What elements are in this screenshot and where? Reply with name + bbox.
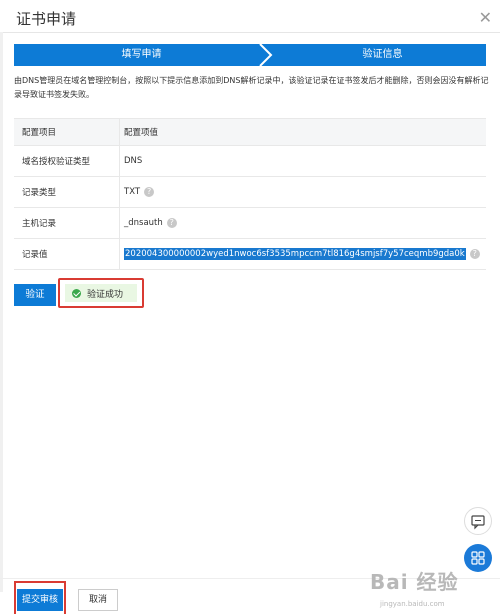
close-icon[interactable]: ✕ <box>479 8 492 27</box>
check-circle-icon <box>72 288 81 298</box>
cancel-button[interactable]: 取消 <box>78 589 118 611</box>
table-row: 域名授权验证类型 DNS <box>14 146 486 177</box>
row-label: 主机记录 <box>22 219 57 229</box>
instruction-text: 由DNS管理员在域名管理控制台，按照以下提示信息添加到DNS解析记录中，该验证记… <box>14 76 489 99</box>
row-value: TXT <box>124 187 141 197</box>
table-row: 记录类型 TXT? <box>14 177 486 208</box>
row-label: 域名授权验证类型 <box>22 157 91 167</box>
verify-status-text: 验证成功 <box>87 289 124 300</box>
chevron-right-icon <box>259 44 273 66</box>
help-icon[interactable]: ? <box>144 187 155 197</box>
grid-icon <box>471 551 485 565</box>
row-value: _dnsauth <box>124 218 163 228</box>
chat-button[interactable] <box>464 507 492 535</box>
verify-button[interactable]: 验证 <box>14 284 56 306</box>
header-config-value: 配置项值 <box>124 128 159 138</box>
table-row: 主机记录 _dnsauth? <box>14 208 486 239</box>
row-value: DNS <box>124 156 143 166</box>
step-progress-bar: 填写申请 验证信息 <box>14 44 486 66</box>
header-config-item: 配置项目 <box>22 128 57 138</box>
verify-success-highlight: 验证成功 <box>58 278 144 308</box>
left-scroll-edge <box>0 32 3 592</box>
watermark-logo: Bai 经验 <box>370 570 459 594</box>
help-icon[interactable]: ? <box>166 218 177 228</box>
step-fill-application: 填写申请 <box>121 49 162 60</box>
apps-button[interactable] <box>464 544 492 572</box>
dialog-header: 证书申请 ✕ <box>0 0 500 33</box>
dialog-title: 证书申请 <box>16 10 77 28</box>
table-header-row: 配置项目 配置项值 <box>14 119 486 146</box>
table-row: 记录值 202004300000002wyed1nwoc6sf3535mpccm… <box>14 239 486 270</box>
row-label: 记录值 <box>22 250 48 260</box>
watermark-url: jingyan.baidu.com <box>380 600 445 608</box>
verify-success-message: 验证成功 <box>65 284 137 302</box>
dns-config-table: 配置项目 配置项值 域名授权验证类型 DNS 记录类型 TXT? 主机记录 _d… <box>14 118 486 270</box>
step-verify-info: 验证信息 <box>362 49 403 60</box>
row-label: 记录类型 <box>22 188 57 198</box>
chat-icon <box>471 515 485 530</box>
record-value-selected-text[interactable]: 202004300000002wyed1nwoc6sf3535mpccm7tl8… <box>124 248 466 260</box>
submit-highlight <box>14 581 66 614</box>
help-icon[interactable]: ? <box>469 249 480 259</box>
